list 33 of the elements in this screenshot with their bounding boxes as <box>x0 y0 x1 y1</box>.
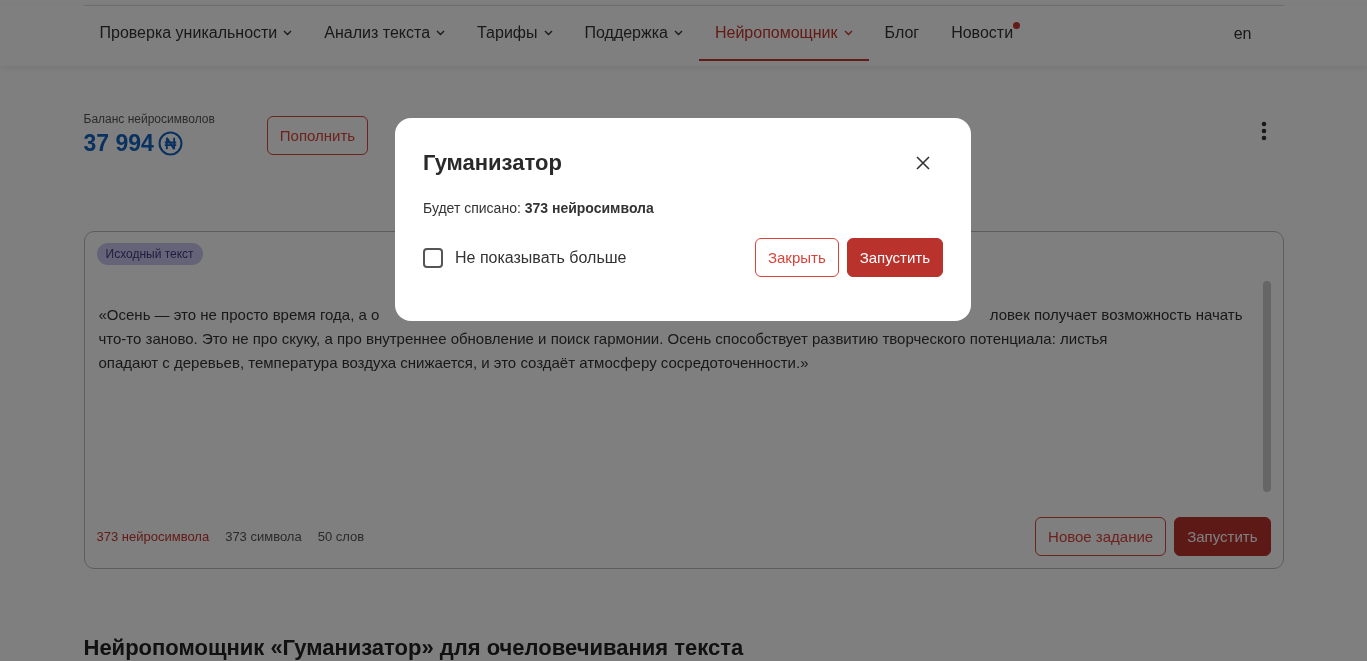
nav-tab[interactable]: Анализ текста <box>308 6 462 61</box>
count-label: 373 нейросимвола <box>96 529 210 544</box>
source-text-tag: Исходный текст <box>96 243 203 265</box>
new-task-button[interactable]: Новое задание <box>1035 517 1167 556</box>
scrollbar[interactable] <box>1262 281 1271 492</box>
nav-tab[interactable]: Новости <box>935 6 1030 61</box>
text-line: опадают с деревьев, температура воздуха снижается, и это создаёт атмосферу сосредоточенности.» <box>98 353 809 373</box>
text-line: ловек получает возможность начать <box>989 305 1243 325</box>
balance-value: 37 994 <box>83 130 154 157</box>
nav-tab[interactable]: Тарифы <box>461 6 569 61</box>
run-button[interactable]: Запустить <box>1174 517 1271 556</box>
notification-dot <box>1013 22 1021 29</box>
nav-tab[interactable]: Блог <box>868 6 936 61</box>
checkbox-label: Не показывать больше <box>455 248 627 267</box>
text-line: «Осень — это не просто время года, а о <box>98 305 380 325</box>
nav-tab[interactable]: Проверка уникальности <box>83 6 309 61</box>
nav-tab[interactable]: Нейропомощник <box>698 6 869 61</box>
currency-icon <box>157 131 183 156</box>
checkbox[interactable] <box>423 247 443 268</box>
count-label: 50 слов <box>317 529 365 544</box>
more-icon[interactable] <box>1260 121 1267 141</box>
section-heading: Нейропомощник «Гуманизатор» для очеловечивания текста <box>83 635 745 661</box>
dialog-title: Гуманизатор <box>423 150 562 176</box>
count-label: 373 символа <box>225 529 302 544</box>
close-icon[interactable] <box>915 155 931 171</box>
language-link[interactable]: en <box>1233 6 1284 61</box>
nav-tab[interactable]: Поддержка <box>568 6 699 61</box>
run-button[interactable]: Запустить <box>846 238 943 277</box>
balance-label: Баланс нейросимволов <box>83 112 215 126</box>
close-button[interactable]: Закрыть <box>754 238 839 277</box>
text-line: что-то заново. Это не про скуку, а про внутреннее обновление и поиск гармонии. Осень способствует развитию творческого потенциала: листья <box>98 329 1108 349</box>
charge-message: Будет списано: 373 нейросимвола <box>423 200 655 216</box>
top-up-button[interactable]: Пополнить <box>266 116 369 155</box>
